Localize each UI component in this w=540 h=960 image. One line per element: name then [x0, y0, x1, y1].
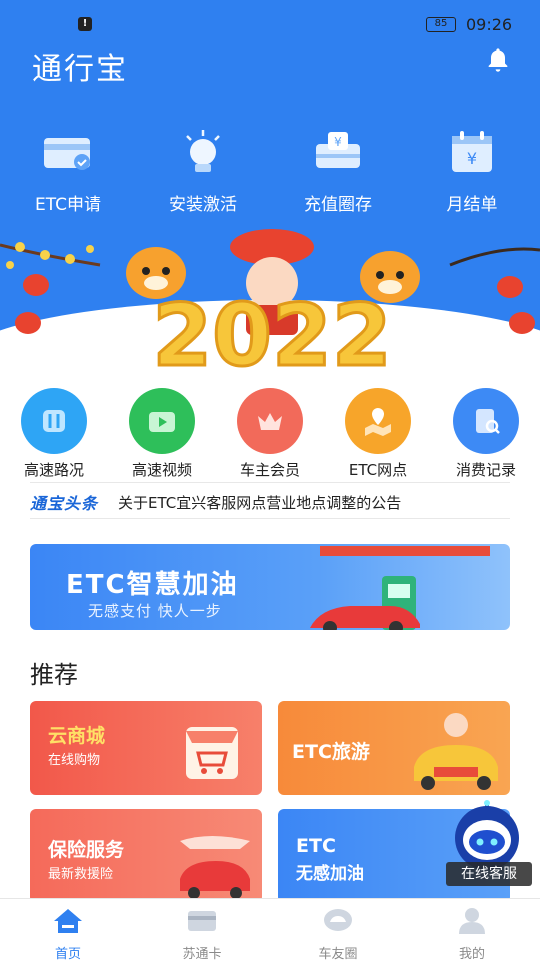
car-chat-icon [324, 909, 352, 931]
tab-car-friends[interactable]: 车友圈 [288, 907, 388, 960]
recommend-title: 推荐 [30, 661, 78, 689]
card-subtitle: 无感加油 [296, 864, 364, 884]
quick-actions: ETC申请 安装激活 ¥ 充值圈存 ¥ 月结单 [0, 128, 540, 218]
service-label: 高速路况 [23, 461, 84, 479]
promo-banner-smart-fuel[interactable]: ETC智慧加油 无感支付 快人一步 [30, 544, 510, 630]
tab-home[interactable]: 首页 [18, 907, 118, 960]
video-icon [129, 388, 195, 454]
road-icon [21, 388, 87, 454]
tab-label: 我的 [458, 947, 485, 960]
crown-icon [237, 388, 303, 454]
service-label: ETC网点 [348, 461, 408, 479]
new-year-banner[interactable]: 2022 [0, 225, 540, 375]
service-highway-video[interactable]: 高速视频 [112, 388, 212, 480]
service-label: 车主会员 [239, 461, 300, 479]
app-title: 通行宝 [32, 52, 128, 87]
promo-subtitle: 无感支付 快人一步 [88, 602, 222, 620]
online-service-label[interactable]: 在线客服 [446, 862, 532, 886]
etc-card-icon [44, 138, 90, 170]
bottom-tab-bar: 首页 苏通卡 车友圈 我的 [0, 898, 540, 960]
service-consumption-records[interactable]: 消费记录 [436, 388, 536, 480]
quick-action-label: 充值圈存 [304, 195, 372, 215]
service-etc-outlets[interactable]: ETC网点 [328, 388, 428, 480]
status-time: 09:26 [466, 15, 513, 34]
lightbulb-icon [186, 130, 220, 172]
quick-action-monthly-bill[interactable]: ¥ 月结单 [417, 128, 527, 215]
services-grid: 高速路况 高速视频 车主会员 ETC网点 消费记录 [0, 388, 540, 480]
quick-action-etc-apply[interactable]: ETC申请 [13, 128, 123, 215]
status-bar: ! 85 09:26 [0, 14, 540, 38]
quick-action-install-activate[interactable]: 安装激活 [148, 128, 258, 215]
service-label: 高速视频 [131, 461, 192, 479]
home-icon [54, 909, 82, 933]
user-icon [459, 908, 485, 934]
bell-icon[interactable] [484, 46, 512, 74]
svg-text:¥: ¥ [334, 135, 342, 149]
quick-action-label: 安装激活 [169, 195, 237, 215]
map-location-icon [345, 388, 411, 454]
card-title: ETC旅游 [292, 741, 370, 763]
tab-sutong-card[interactable]: 苏通卡 [152, 907, 252, 960]
quick-action-label: 月结单 [446, 195, 498, 215]
divider [30, 518, 510, 519]
card-subtitle: 最新救援险 [48, 867, 114, 882]
card-subtitle: 在线购物 [48, 753, 101, 768]
notification-icon: ! [78, 17, 92, 31]
insured-car-icon [180, 836, 250, 899]
battery-icon: 85 [426, 17, 456, 32]
quick-action-recharge[interactable]: ¥ 充值圈存 [283, 128, 393, 215]
card-cloud-mall[interactable]: 云商城 在线购物 [30, 701, 262, 795]
service-road-conditions[interactable]: 高速路况 [4, 388, 104, 480]
shopping-cart-icon [186, 727, 238, 779]
news-ticker[interactable]: 通宝头条 关于ETC宜兴客服网点营业地点调整的公告 [30, 486, 510, 516]
service-member[interactable]: 车主会员 [220, 388, 320, 480]
news-headline[interactable]: 关于ETC宜兴客服网点营业地点调整的公告 [118, 492, 401, 513]
svg-text:¥: ¥ [467, 149, 477, 168]
card-title: 保险服务 [48, 839, 125, 861]
card-etc-travel[interactable]: ETC旅游 [278, 701, 510, 795]
tab-mine[interactable]: 我的 [422, 907, 522, 960]
quick-action-label: ETC申请 [35, 195, 101, 215]
tab-label: 苏通卡 [182, 947, 222, 960]
service-label: 消费记录 [455, 461, 516, 479]
promo-title: ETC智慧加油 [66, 570, 239, 600]
news-tag: 通宝头条 [30, 494, 99, 513]
calendar-bill-icon: ¥ [452, 131, 492, 172]
receipt-search-icon [453, 388, 519, 454]
recharge-icon: ¥ [316, 132, 360, 168]
card-insurance-service[interactable]: 保险服务 最新救援险 [30, 809, 262, 903]
banner-year-text: 2022 [152, 286, 391, 375]
card-title: 云商城 [48, 725, 106, 747]
travel-car-icon [414, 713, 498, 790]
card-icon [188, 911, 216, 931]
tab-label: 首页 [54, 947, 81, 960]
tab-label: 车友圈 [318, 947, 358, 960]
card-title: ETC [296, 835, 336, 857]
divider [30, 482, 510, 483]
